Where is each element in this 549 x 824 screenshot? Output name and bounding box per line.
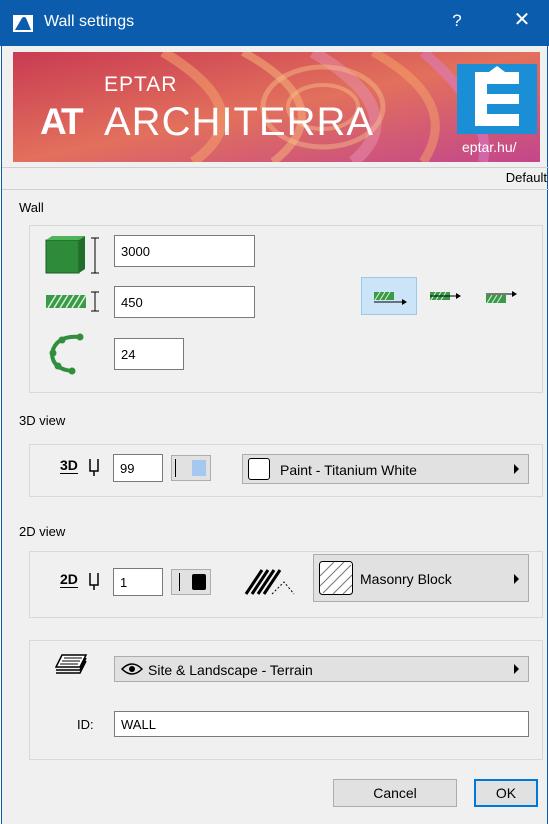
3d-pen-input[interactable]: 99 [113,454,163,482]
layer-dropdown[interactable]: Site & Landscape - Terrain [114,656,529,682]
id-input[interactable]: WALL [114,711,529,737]
chevron-right-icon [514,574,519,584]
layer-name: Site & Landscape - Terrain [148,662,313,678]
wall-thickness-input[interactable]: 450 [114,286,255,318]
ref-line-outside-button[interactable] [361,277,417,315]
layer-icon [54,654,88,674]
logo-url: eptar.hu/ [462,139,517,155]
2d-pen-swatch[interactable] [171,569,211,595]
id-label: ID: [77,717,94,732]
2d-pen-input[interactable]: 1 [113,568,163,596]
material-dropdown[interactable]: Paint - Titanium White [242,454,529,484]
section-label-wall: Wall [19,200,44,215]
curve-segments-input[interactable]: 24 [114,338,184,370]
ref-line-center-button[interactable] [426,277,466,315]
3d-pen-swatch[interactable] [171,455,211,481]
close-button[interactable]: ✕ [512,10,532,30]
pen-icon [89,573,99,590]
brand-large: ARCHITERRA [104,100,375,144]
curve-segments-icon [49,333,84,375]
divider [2,167,549,168]
ok-button[interactable]: OK [474,779,538,807]
3d-view-panel: 3D 99 Paint - Titanium White [29,444,543,497]
ref-line-inside-button[interactable] [482,277,522,315]
archicad-logo-icon [13,15,33,32]
wall-thickness-icon [46,291,99,312]
cancel-button[interactable]: Cancel [333,779,457,807]
2d-view-panel: 2D 1 Masonry Block [29,551,543,618]
eptar-banner: AT EPTAR ARCHITERRA eptar.hu/ [13,52,540,162]
cut-fill-icon [244,569,295,595]
dialog-body: AT EPTAR ARCHITERRA eptar.hu/ Default Wa… [1,46,549,824]
eptar-logo-icon [457,64,537,134]
material-name: Paint - Titanium White [280,462,417,478]
material-swatch-icon [248,458,270,480]
section-label-2d-view: 2D view [19,524,66,539]
2d-pen-color [192,574,206,590]
wall-height-icon [45,236,99,274]
section-label-3d-view: 3D view [19,413,66,428]
2d-badge: 2D [60,571,78,588]
title-bar: Wall settings ? ✕ [0,0,549,46]
fill-dropdown[interactable]: Masonry Block [313,554,529,602]
brand-mark: AT [40,101,84,142]
window-title: Wall settings [44,13,135,30]
fill-name: Masonry Block [360,571,452,587]
chevron-right-icon [514,464,519,474]
brand-small: EPTAR [104,73,178,96]
help-button[interactable]: ? [449,11,465,31]
preset-label[interactable]: Default [506,170,547,185]
eye-icon [121,663,143,675]
wall-panel: 3000 450 24 [29,225,543,393]
3d-badge: 3D [60,457,78,474]
layer-panel: Site & Landscape - Terrain ID: WALL [29,640,543,760]
divider [2,189,549,190]
fill-pattern-icon [319,561,353,595]
ref-line-outside-icon [374,291,407,305]
wall-height-input[interactable]: 3000 [114,235,255,267]
3d-pen-color [192,460,206,476]
pen-icon [89,459,99,476]
chevron-right-icon [514,664,519,674]
